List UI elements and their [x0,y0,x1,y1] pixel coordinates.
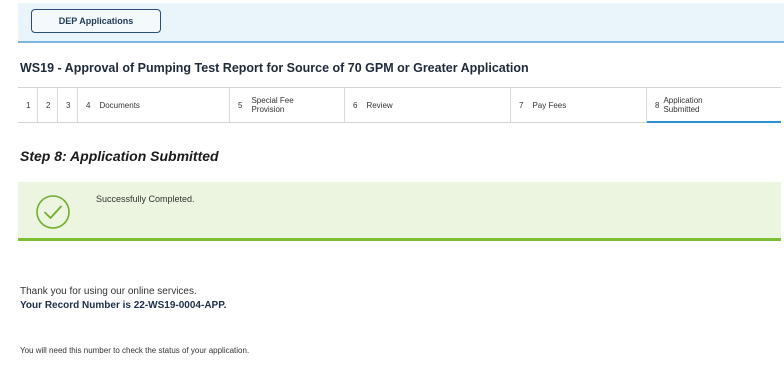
step-label: Review [366,100,393,110]
step-8-application-submitted[interactable]: 8 Application Submitted [647,88,781,123]
step-number: 2 [46,100,51,110]
step-1[interactable]: 1 [18,88,38,122]
step-label: Application Submitted [663,96,703,114]
step-label: Documents [99,100,140,110]
step-label: Special Fee Provision [251,96,294,114]
step-6-review[interactable]: 6 Review [345,88,511,122]
success-message: Successfully Completed. [96,194,195,204]
application-title: WS19 - Approval of Pumping Test Report f… [20,61,529,75]
checkmark-circle-icon [36,195,70,229]
thank-you-text: Thank you for using our online services. [20,286,197,297]
dep-applications-button[interactable]: DEP Applications [31,9,161,33]
step-3[interactable]: 3 [58,88,78,122]
step-number: 5 [238,100,243,110]
step-number: 4 [86,100,91,110]
status-note: You will need this number to check the s… [20,346,250,355]
page: DEP Applications WS19 - Approval of Pump… [0,0,784,381]
step-number: 7 [519,100,524,110]
success-banner: Successfully Completed. [18,182,781,241]
step-7-pay-fees[interactable]: 7 Pay Fees [511,88,647,122]
step-2[interactable]: 2 [38,88,58,122]
step-4-documents[interactable]: 4 Documents [78,88,230,122]
step-number: 8 [655,100,660,110]
step-number: 6 [353,100,358,110]
step-progress-bar: 1 2 3 4 Documents 5 Special Fee Provisio… [18,87,781,123]
step-heading: Step 8: Application Submitted [20,148,219,164]
header-bar: DEP Applications [18,3,784,43]
record-number: Your Record Number is 22-WS19-0004-APP. [20,300,227,311]
step-5-special-fee-provision[interactable]: 5 Special Fee Provision [230,88,345,122]
step-number: 1 [26,100,31,110]
step-label: Pay Fees [532,100,567,110]
step-number: 3 [66,100,71,110]
